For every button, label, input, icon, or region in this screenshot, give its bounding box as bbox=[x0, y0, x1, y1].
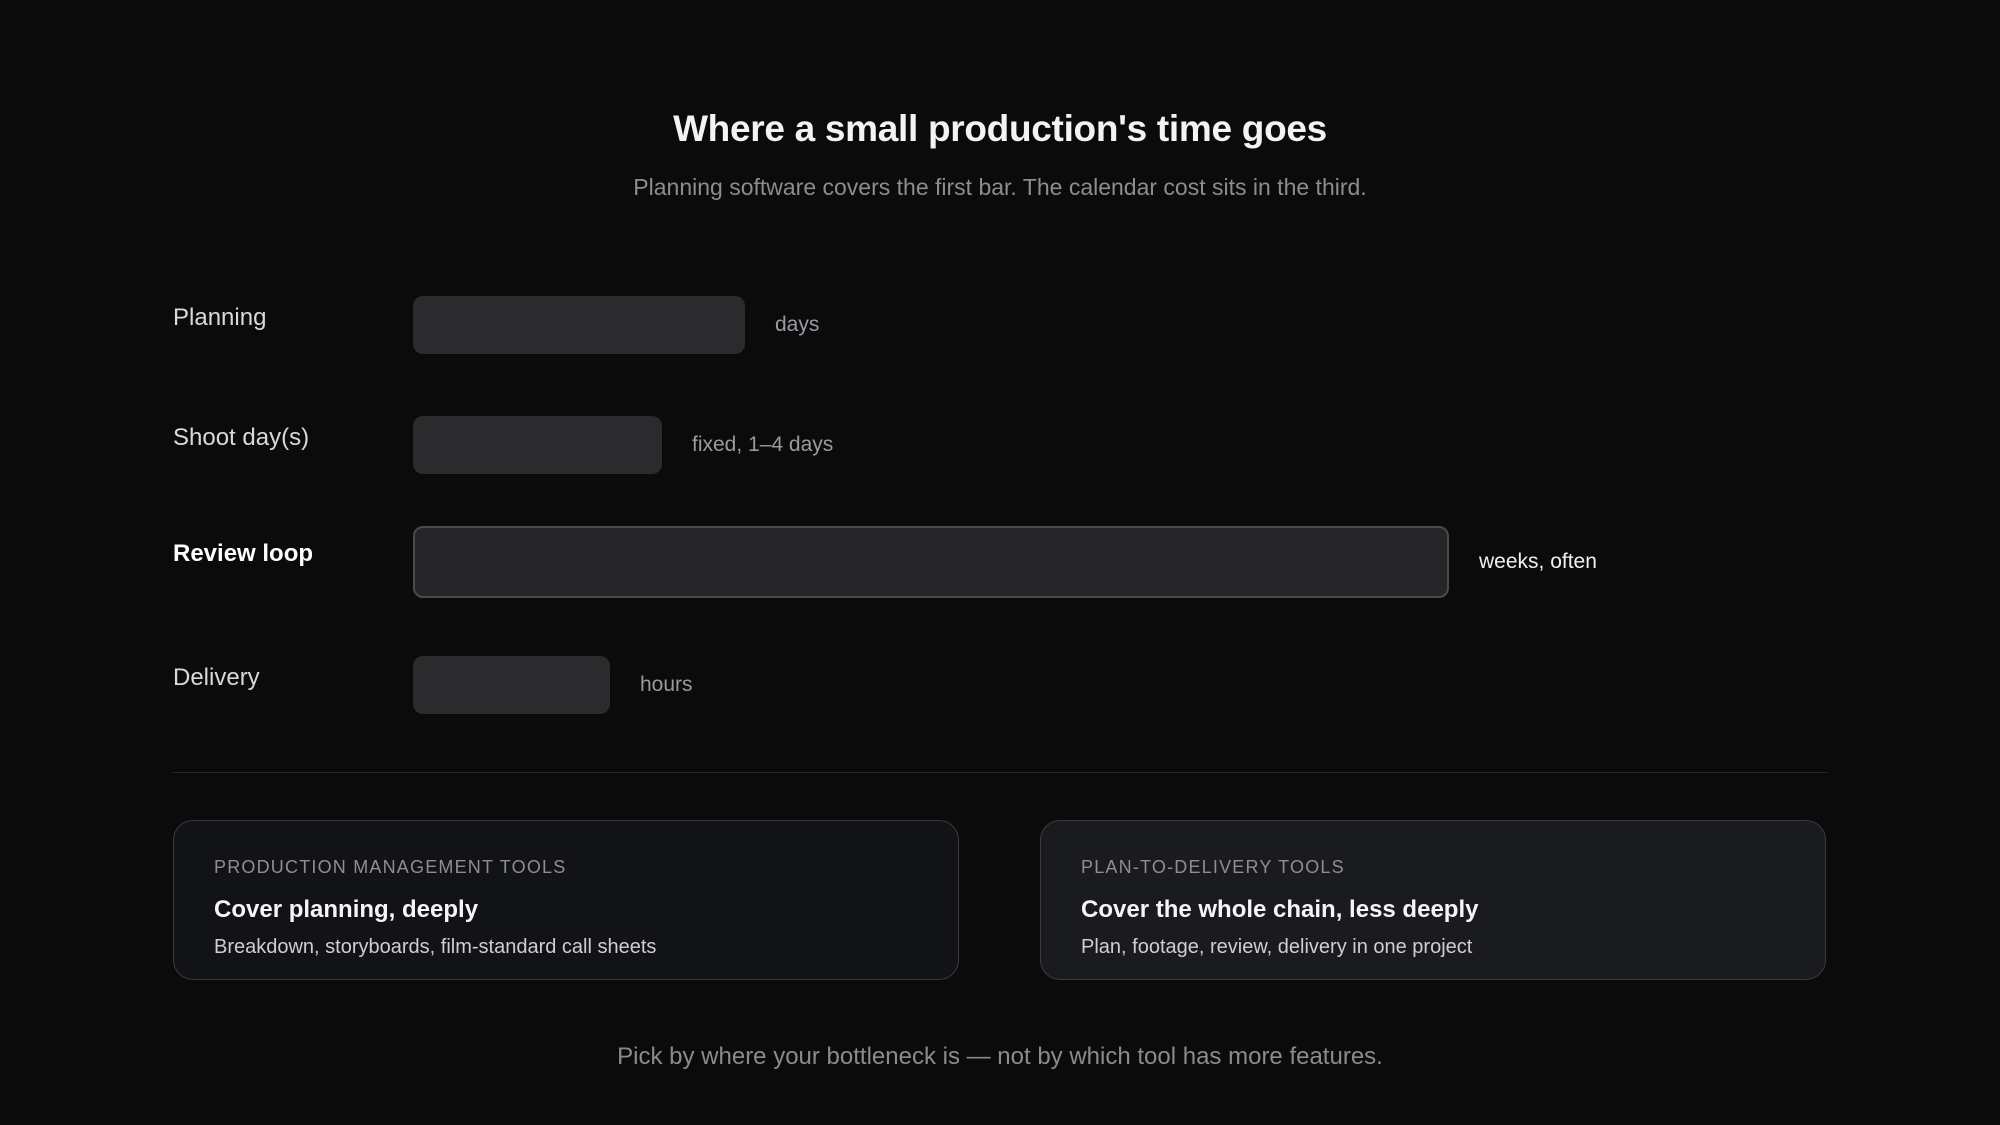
row-note-delivery: hours bbox=[640, 673, 693, 696]
row-label-delivery: Delivery bbox=[173, 664, 260, 691]
row-label-planning: Planning bbox=[173, 304, 267, 331]
row-note-review-loop: weeks, often bbox=[1479, 550, 1597, 573]
card-eyebrow: PRODUCTION MANAGEMENT TOOLS bbox=[214, 857, 567, 877]
page-subtitle: Planning software covers the first bar. … bbox=[633, 174, 1367, 200]
card-body: Breakdown, storyboards, film-standard ca… bbox=[214, 936, 657, 958]
row-note-shoot-days: fixed, 1–4 days bbox=[692, 433, 834, 456]
row-label-shoot-days: Shoot day(s) bbox=[173, 424, 310, 451]
card-body: Plan, footage, review, delivery in one p… bbox=[1081, 936, 1473, 958]
card-production-management: PRODUCTION MANAGEMENT TOOLS Cover planni… bbox=[173, 820, 959, 980]
bar-shoot-days bbox=[413, 416, 662, 474]
page: Where a small production's time goes Pla… bbox=[0, 0, 2000, 1125]
row-label-review-loop: Review loop bbox=[173, 540, 314, 567]
bar-planning bbox=[413, 296, 745, 354]
footer-note: Pick by where your bottleneck is — not b… bbox=[617, 1043, 1383, 1070]
row-note-planning: days bbox=[775, 313, 820, 336]
bar-review-loop bbox=[413, 526, 1449, 598]
page-title: Where a small production's time goes bbox=[673, 108, 1327, 149]
bar-delivery bbox=[413, 656, 610, 714]
card-heading: Cover the whole chain, less deeply bbox=[1081, 896, 1479, 923]
card-plan-to-delivery: PLAN-TO-DELIVERY TOOLS Cover the whole c… bbox=[1040, 820, 1826, 980]
card-eyebrow: PLAN-TO-DELIVERY TOOLS bbox=[1081, 857, 1345, 877]
card-heading: Cover planning, deeply bbox=[214, 896, 479, 923]
section-divider bbox=[173, 772, 1827, 773]
